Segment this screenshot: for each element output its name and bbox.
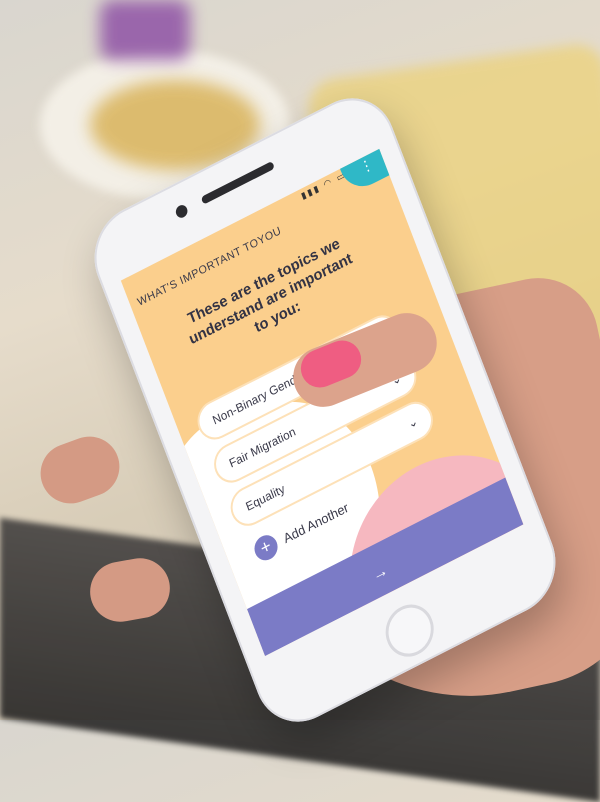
status-icons: ▮▮▮ ◠ ▭ (299, 168, 348, 202)
finger (32, 428, 128, 512)
background-object (100, 0, 190, 60)
front-camera (174, 203, 190, 220)
home-button[interactable] (378, 595, 441, 666)
arrow-right-icon[interactable]: → (370, 562, 391, 586)
menu-button[interactable]: ⋮ (337, 148, 397, 196)
more-dots-icon: ⋮ (357, 154, 376, 177)
earpiece-speaker (200, 160, 275, 205)
